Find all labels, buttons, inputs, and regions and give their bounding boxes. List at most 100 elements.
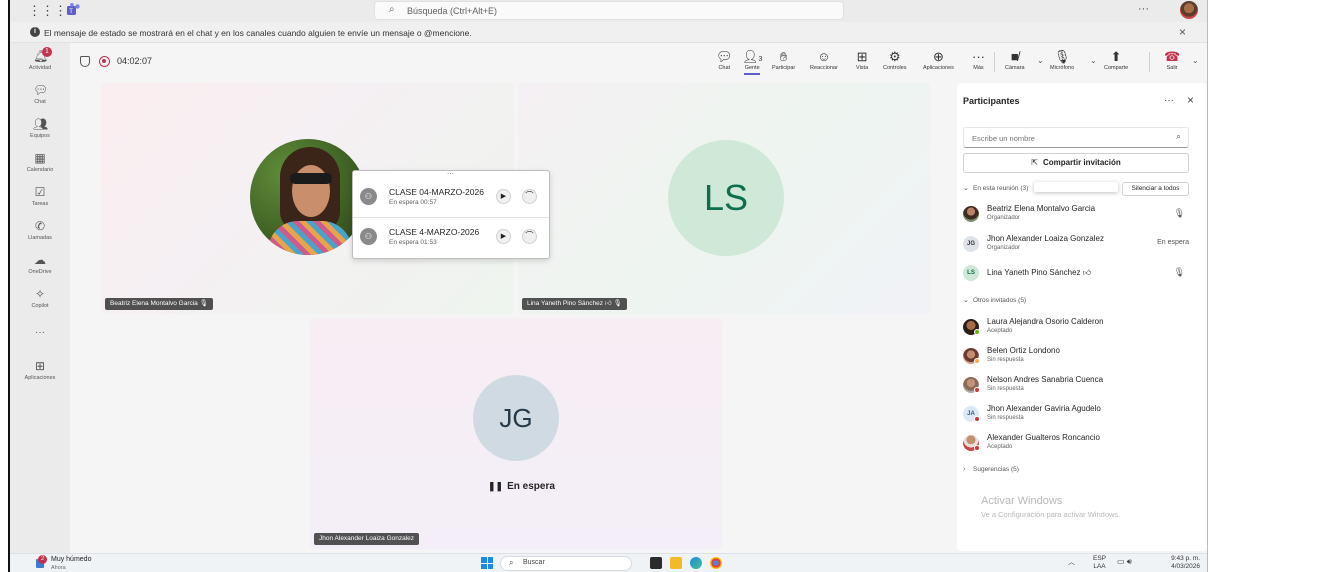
close-icon[interactable]: × (1187, 93, 1194, 107)
apps-button[interactable]: ⊕ Aplicaciones (923, 49, 954, 71)
toolbar-divider (994, 52, 995, 72)
video-tile-lina[interactable]: LS Lina Yaneth Pino Sánchez 👍︎ 🎙︎ (518, 83, 930, 314)
resume-call-button[interactable]: ▶ (496, 229, 511, 244)
mic-options-chevron-icon[interactable]: ⌄ (1090, 56, 1097, 65)
rail-item-activity[interactable]: 🔔︎ 1 Actividad (10, 47, 70, 71)
participant-item[interactable]: LS Lina Yaneth Pino Sánchez 👍︎ 🎙︎ (963, 262, 1191, 288)
held-call-title: CLASE 4-MARZO-2026 (389, 227, 480, 237)
rail-item-more[interactable]: ··· (10, 327, 70, 338)
held-call-status: En espera 00:57 (389, 199, 437, 206)
network-volume-icons[interactable]: ▭ 🔊︎ (1117, 557, 1132, 567)
user-avatar[interactable] (1180, 1, 1198, 19)
controls-button[interactable]: ⚙︎ Controles (883, 49, 907, 71)
rail-item-teams[interactable]: 👥︎ Equipos (10, 117, 70, 139)
chrome-icon[interactable] (710, 557, 722, 569)
show-hidden-icons-chevron-icon[interactable]: ︿ (1068, 557, 1075, 567)
close-icon[interactable]: × (1179, 25, 1186, 39)
file-explorer-icon[interactable] (670, 557, 682, 569)
taskbar-search-input[interactable]: ⌕ Buscar (500, 556, 632, 571)
watermark-title: Activar Windows (981, 495, 1063, 507)
rail-label: Aplicaciones (24, 375, 56, 381)
rail-item-onedrive[interactable]: ☁ OneDrive (10, 253, 70, 275)
search-input[interactable]: ⌕ Búsqueda (Ctrl+Alt+E) (374, 1, 844, 20)
rail-label: Chat (34, 99, 46, 105)
leave-button[interactable]: ☎︎ Salir (1164, 49, 1180, 71)
search-icon: ⌕ (509, 558, 514, 567)
chat-label: Chat (718, 65, 731, 71)
people-button[interactable]: 👤︎3 Gente (742, 49, 762, 75)
other-invitees-section-toggle[interactable]: ⌄ Otros invitados (5) (963, 296, 1026, 304)
weather-label[interactable]: Muy húmedo (51, 556, 91, 563)
rail-item-copilot[interactable]: ✧ Copilot (10, 287, 70, 309)
participant-role: Sin respuesta (987, 415, 1024, 421)
language-indicator[interactable]: ESP LAA (1093, 555, 1106, 571)
react-label: Reaccionar (810, 65, 838, 71)
raise-hand-icon: ✋︎ (779, 49, 788, 64)
rail-item-apps[interactable]: ⊞ Aplicaciones (10, 359, 70, 381)
participant-item[interactable]: Nelson Andres Sanabria Cuenca Sin respue… (963, 374, 1191, 400)
on-hold-label: ❚❚ En espera (488, 481, 555, 492)
raise-hand-button[interactable]: ✋︎ Participar (772, 49, 795, 71)
participant-item[interactable]: Beatriz Elena Montalvo Garcia Organizado… (963, 203, 1191, 229)
share-icon: ⇱ (1031, 158, 1038, 167)
copilot-icon: ✧ (34, 287, 46, 301)
toolbar-divider (1149, 52, 1150, 72)
resume-call-button[interactable]: ▶ (496, 189, 511, 204)
participant-name: Jhon Alexander Loaiza Gonzalez (987, 234, 1104, 243)
tasks-icon: ☑ (34, 185, 46, 199)
screenshot-frame: ⋮⋮⋮ T ⌕ Búsqueda (Ctrl+Alt+E) ··· i El m… (0, 0, 1343, 572)
participant-item[interactable]: JA Jhon Alexander Gaviria Agudelo Sin re… (963, 403, 1191, 429)
end-call-button[interactable]: ⌒ (522, 229, 537, 244)
video-tile-jhon[interactable]: JG ❚❚ En espera Jhon Alexander Loaiza Gon… (310, 318, 722, 549)
hand-icon: 👍︎ (1082, 268, 1092, 277)
mic-off-icon: 🎙︎ (1053, 49, 1071, 64)
participant-avatar: JG (473, 375, 559, 461)
chevron-down-icon: ⌄ (963, 185, 969, 192)
mic-label: Micrófono (1050, 65, 1075, 71)
suggestions-section-toggle[interactable]: › Sugerencias (5) (963, 466, 1019, 473)
pause-icon: ❚❚ (488, 481, 504, 491)
app-rail: 🔔︎ 1 Actividad 💬︎ Chat 👥︎ Equipos ▦ Cale… (10, 43, 70, 553)
held-call-item: ⚇ CLASE 4-MARZO-2026 En espera 01:53 ▶ ⌒ (353, 217, 549, 255)
participant-item[interactable]: JG Jhon Alexander Loaiza Gonzalez Organi… (963, 233, 1191, 259)
view-button[interactable]: ⊞ Vista (856, 49, 868, 71)
chat-button[interactable]: 💬︎ Chat (716, 49, 733, 71)
more-button[interactable]: ··· Más (972, 49, 985, 71)
participant-item[interactable]: Alexander Gualteros Roncancio Aceptado (963, 432, 1191, 458)
start-icon[interactable] (481, 557, 493, 569)
rail-item-calls[interactable]: ✆ Llamadas (10, 219, 70, 241)
task-view-icon[interactable] (650, 557, 662, 569)
edge-icon[interactable] (690, 557, 702, 569)
rail-item-tasks[interactable]: ☑ Tareas (10, 185, 70, 207)
more-options-icon[interactable]: ··· (1164, 95, 1174, 106)
more-options-icon[interactable]: ··· (1138, 3, 1149, 15)
camera-button[interactable]: ■̸ Cámara (1005, 49, 1025, 71)
share-button[interactable]: ⬆︎ Comparte (1104, 49, 1128, 71)
rail-item-chat[interactable]: 💬︎ Chat (10, 83, 70, 105)
meeting-timer: 04:02:07 (117, 56, 153, 66)
react-button[interactable]: ☺ Reaccionar (810, 49, 838, 71)
share-invite-button[interactable]: ⇱ Compartir invitación (963, 153, 1189, 173)
end-call-button[interactable]: ⌒ (522, 189, 537, 204)
camera-options-chevron-icon[interactable]: ⌄ (1037, 56, 1044, 65)
grid-icon: ⊞ (856, 49, 868, 64)
participant-role: Aceptado (987, 328, 1013, 334)
avatar (963, 206, 979, 222)
share-screen-icon: ⬆︎ (1110, 49, 1122, 64)
rail-item-calendar[interactable]: ▦ Calendario (10, 151, 70, 173)
participant-item[interactable]: Laura Alejandra Osorio Calderon Aceptado (963, 316, 1191, 342)
app-launcher-icon[interactable]: ⋮⋮⋮ (28, 3, 67, 19)
participant-item[interactable]: Belen Ortiz Londono Sin respuesta (963, 345, 1191, 371)
mute-all-button[interactable]: Silenciar a todos (1122, 182, 1189, 196)
mic-off-icon: 🎙︎ (613, 300, 622, 307)
participant-search-input[interactable]: Escribe un nombre ⌕ (963, 127, 1189, 148)
mic-button[interactable]: 🎙︎ Micrófono (1050, 49, 1074, 71)
system-clock[interactable]: 9:43 p. m. 4/03/2026 (1162, 555, 1200, 571)
weather-icon[interactable]: 2 (32, 555, 47, 571)
leave-options-chevron-icon[interactable]: ⌄ (1192, 56, 1199, 65)
drag-handle-icon[interactable]: ⋯ (447, 170, 454, 178)
tooltip (1034, 182, 1118, 192)
participant-name: Jhon Alexander Gaviria Agudelo (987, 404, 1101, 413)
presence-dot (974, 445, 980, 451)
in-meeting-section-toggle[interactable]: ⌄ En esta reunión (3) (963, 184, 1028, 192)
